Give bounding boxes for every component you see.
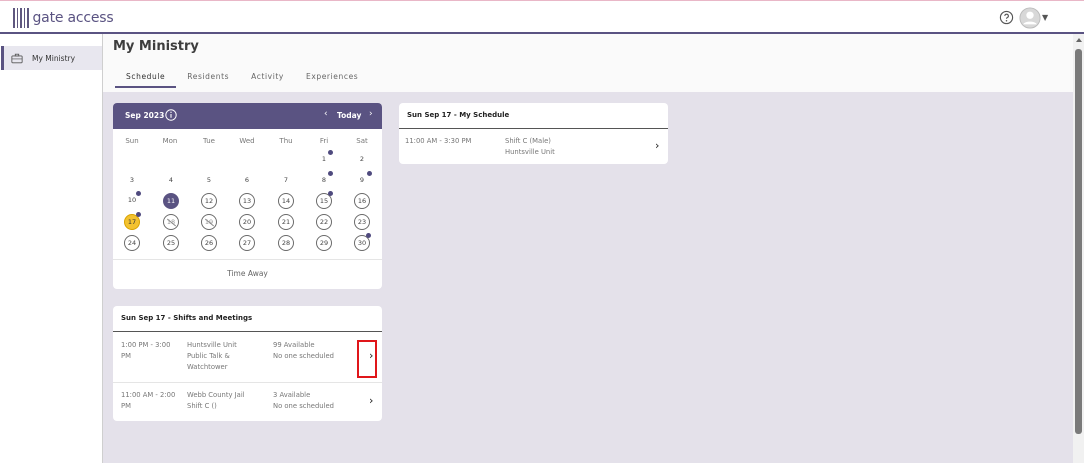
shifts-card-title: Sun Sep 17 - Shifts and Meetings bbox=[121, 314, 253, 322]
schedule-time: 11:00 AM - 3:30 PM bbox=[405, 137, 472, 145]
weekday-label: Sun bbox=[125, 137, 139, 145]
chevron-down-icon[interactable]: ▼ bbox=[1042, 13, 1048, 22]
shift-time: 11:00 AM - 2:00 PM bbox=[121, 391, 176, 410]
scrollbar-thumb[interactable] bbox=[1075, 49, 1082, 434]
event-dot bbox=[328, 150, 333, 155]
event-dot bbox=[328, 171, 333, 176]
main-content: My Ministry Schedule Residents Activity … bbox=[103, 34, 1073, 463]
weekday-label: Fri bbox=[319, 137, 329, 145]
calendar-day[interactable]: 24 bbox=[124, 235, 140, 251]
time-away-link[interactable]: Time Away bbox=[113, 269, 382, 278]
event-dot bbox=[136, 212, 141, 217]
divider bbox=[113, 259, 382, 260]
shift-availability: 99 Available No one scheduled bbox=[273, 341, 334, 360]
briefcase-icon bbox=[11, 53, 23, 63]
event-dot bbox=[366, 233, 371, 238]
shift-details: Webb County Jail Shift C () bbox=[187, 391, 245, 410]
logo-bars-icon bbox=[13, 8, 29, 28]
weekday-label: Thu bbox=[279, 137, 293, 145]
divider bbox=[113, 331, 382, 332]
sidebar: My Ministry bbox=[0, 34, 103, 463]
info-icon[interactable] bbox=[165, 109, 177, 121]
tab-activity[interactable]: Activity bbox=[240, 72, 295, 88]
chevron-right-icon[interactable]: › bbox=[369, 394, 373, 407]
calendar-day[interactable]: 20 bbox=[239, 214, 255, 230]
event-dot bbox=[136, 191, 141, 196]
weekday-label: Tue bbox=[203, 137, 215, 145]
scrollbar[interactable] bbox=[1073, 34, 1084, 463]
event-dot bbox=[328, 191, 333, 196]
shift-details: Huntsville Unit Public Talk & Watchtower bbox=[187, 341, 237, 371]
calendar-day[interactable]: 13 bbox=[239, 193, 255, 209]
calendar-day[interactable]: 28 bbox=[278, 235, 294, 251]
calendar-day-unavailable[interactable]: 19 bbox=[201, 214, 217, 230]
divider bbox=[113, 382, 382, 383]
calendar-day-unavailable[interactable]: 18 bbox=[163, 214, 179, 230]
calendar-day[interactable]: 12 bbox=[201, 193, 217, 209]
chevron-right-icon[interactable]: › bbox=[655, 139, 659, 152]
chevron-right-icon[interactable]: › bbox=[369, 109, 373, 119]
shift-availability: 3 Available No one scheduled bbox=[273, 391, 334, 410]
tab-bar: Schedule Residents Activity Experiences bbox=[115, 72, 369, 88]
calendar-day[interactable]: 4 bbox=[163, 173, 179, 189]
page-header: My Ministry Schedule Residents Activity … bbox=[103, 34, 1073, 92]
tab-residents[interactable]: Residents bbox=[176, 72, 240, 88]
calendar-day[interactable]: 2 bbox=[354, 152, 370, 168]
scroll-up-arrow-icon[interactable] bbox=[1076, 38, 1082, 42]
calendar-card: Sep 2023 ‹ Today › Sun Mon Tue Wed Thu F… bbox=[113, 103, 382, 289]
calendar-day-selected[interactable]: 11 bbox=[163, 193, 179, 209]
calendar-day[interactable]: 7 bbox=[278, 173, 294, 189]
weekday-label: Wed bbox=[239, 137, 255, 145]
tab-schedule[interactable]: Schedule bbox=[115, 72, 177, 88]
calendar-day[interactable]: 27 bbox=[239, 235, 255, 251]
my-schedule-card: Sun Sep 17 - My Schedule 11:00 AM - 3:30… bbox=[399, 103, 668, 164]
calendar-day[interactable]: 3 bbox=[124, 173, 140, 189]
weekday-label: Mon bbox=[162, 137, 178, 145]
shifts-card: Sun Sep 17 - Shifts and Meetings 1:00 PM… bbox=[113, 306, 382, 421]
event-dot bbox=[367, 171, 372, 176]
user-avatar-icon[interactable] bbox=[1019, 7, 1041, 29]
chevron-left-icon[interactable]: ‹ bbox=[324, 109, 328, 119]
schedule-details: Shift C (Male) Huntsville Unit bbox=[505, 137, 555, 156]
sidebar-item-my-ministry[interactable]: My Ministry bbox=[1, 46, 102, 70]
help-circle-icon[interactable] bbox=[999, 10, 1014, 25]
calendar-day[interactable]: 26 bbox=[201, 235, 217, 251]
calendar-day[interactable]: 21 bbox=[278, 214, 294, 230]
calendar-day[interactable]: 5 bbox=[201, 173, 217, 189]
calendar-day[interactable]: 16 bbox=[354, 193, 370, 209]
my-schedule-title: Sun Sep 17 - My Schedule bbox=[407, 111, 510, 119]
calendar-day[interactable]: 23 bbox=[354, 214, 370, 230]
calendar-day[interactable]: 22 bbox=[316, 214, 332, 230]
tab-experiences[interactable]: Experiences bbox=[295, 72, 369, 88]
calendar-day[interactable]: 14 bbox=[278, 193, 294, 209]
page-title: My Ministry bbox=[113, 39, 199, 54]
sidebar-item-label: My Ministry bbox=[32, 53, 76, 63]
divider bbox=[399, 128, 668, 129]
calendar-day[interactable]: 29 bbox=[316, 235, 332, 251]
logo-text: gate access bbox=[32, 10, 114, 26]
calendar-header: Sep 2023 ‹ Today › bbox=[113, 103, 382, 129]
annotation-highlight-box bbox=[357, 340, 377, 378]
weekday-label: Sat bbox=[356, 137, 368, 145]
calendar-day[interactable]: 6 bbox=[239, 173, 255, 189]
calendar-month-label: Sep 2023 bbox=[125, 111, 165, 120]
shift-time: 1:00 PM - 3:00 PM bbox=[121, 341, 171, 360]
top-header: gate access ▼ bbox=[0, 0, 1084, 34]
calendar-day[interactable]: 25 bbox=[163, 235, 179, 251]
today-button[interactable]: Today bbox=[337, 111, 361, 120]
app-logo[interactable]: gate access bbox=[13, 7, 114, 29]
